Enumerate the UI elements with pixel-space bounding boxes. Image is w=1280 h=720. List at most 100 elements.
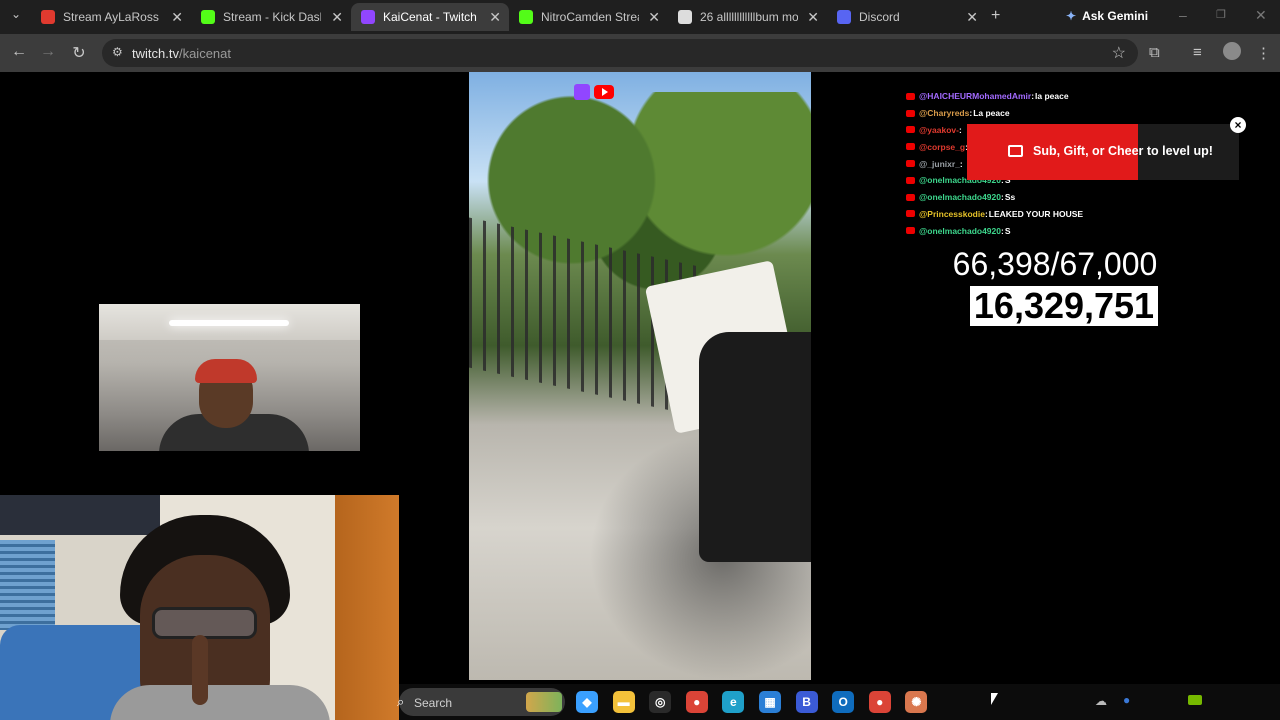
new-tab-button[interactable]: +	[991, 7, 1000, 25]
close-tab-icon[interactable]: ✕	[807, 9, 819, 26]
chat-line-partial	[906, 78, 1226, 88]
reactor-camera-feed	[0, 495, 399, 720]
tab-6[interactable]: Discord ✕	[827, 3, 986, 31]
tab-5[interactable]: 26 allllllllllllbum mode ✕	[668, 3, 827, 31]
chat-message: @Charyreds: La peace	[906, 105, 1226, 122]
taskbar-search[interactable]: ⌕ Search	[397, 688, 565, 716]
tab-title: Discord	[859, 10, 900, 24]
tab-title: Stream - Kick Dashboard	[223, 10, 321, 24]
youtube-badge-icon	[906, 176, 915, 184]
youtube-logo-icon	[594, 85, 614, 99]
youtube-badge-icon	[906, 143, 915, 151]
bookmark-star-icon[interactable]: ☆	[1112, 43, 1126, 63]
app-glyph: ▦	[764, 695, 776, 709]
nvidia-icon[interactable]	[1188, 695, 1202, 705]
youtube-badge-icon	[906, 227, 915, 235]
chat-text: S	[1004, 225, 1011, 236]
level-up-banner[interactable]: Sub, Gift, or Cheer to level up!	[967, 124, 1239, 180]
gift-icon	[1008, 145, 1023, 157]
onedrive-icon[interactable]: ☁	[1095, 694, 1107, 708]
minimize-button[interactable]: –	[1179, 7, 1187, 23]
kick-icon	[201, 10, 215, 24]
url-host: twitch.tv	[132, 46, 179, 61]
video-person	[699, 332, 811, 562]
close-window-button[interactable]: ✕	[1255, 7, 1267, 24]
close-tab-icon[interactable]: ✕	[966, 9, 978, 26]
claude-icon[interactable]: ✺	[905, 691, 928, 713]
tab-2[interactable]: Stream - Kick Dashboard ✕	[191, 3, 351, 31]
chrome-alt-icon[interactable]: ●	[685, 691, 708, 713]
steam-icon[interactable]: ◎	[649, 691, 672, 713]
cam2-shirt	[110, 685, 330, 720]
mouse-cursor	[991, 693, 998, 705]
tab-title: Stream AyLaRoss music	[63, 10, 161, 24]
tab-title: 26 allllllllllllbum mode	[700, 10, 798, 24]
cam2-bunk	[0, 495, 160, 535]
site-info-icon[interactable]: ⚙	[112, 45, 123, 59]
edge-icon[interactable]: e	[722, 691, 745, 713]
profile-avatar[interactable]	[1223, 42, 1241, 60]
close-tab-icon[interactable]: ✕	[648, 9, 660, 26]
stream-icon	[41, 10, 55, 24]
media-controls-icon[interactable]: ≡	[1193, 44, 1202, 61]
tab-list-chevron-icon[interactable]: ⌄	[6, 7, 26, 21]
url-text[interactable]: twitch.tv/kaicenat	[132, 46, 231, 61]
app-glyph: ●	[876, 695, 884, 709]
chat-username: @_junixr_	[919, 158, 960, 169]
outlook-icon[interactable]: O	[832, 691, 855, 713]
close-tab-icon[interactable]: ✕	[331, 9, 343, 26]
platform-watermark	[574, 84, 614, 100]
twitch-logo-icon	[574, 84, 590, 100]
maximize-button[interactable]: ❐	[1216, 8, 1226, 21]
chat-message: @onelmachado4920: Ss	[906, 189, 1226, 206]
tab-4[interactable]: NitroCamden Stream ✕	[509, 3, 668, 31]
close-tab-icon[interactable]: ✕	[489, 9, 501, 26]
search-icon: ⌕	[397, 694, 405, 709]
chat-message: @onelmachado4920: S	[906, 222, 1226, 239]
chat-message: @HAICHEURMohamedAmir: la peace	[906, 88, 1226, 105]
chat-separator: :	[1001, 225, 1004, 236]
discord-icon	[837, 10, 851, 24]
chat-username: @corpse_g	[919, 141, 966, 152]
url-path: /kaicenat	[178, 46, 232, 61]
chrome-icon[interactable]: ●	[868, 691, 891, 713]
microphone-icon[interactable]: ●	[1123, 693, 1130, 707]
copilot-icon[interactable]: ◆	[576, 691, 598, 713]
tab-1[interactable]: Stream AyLaRoss music ✕	[31, 3, 191, 31]
chat-separator: :	[958, 124, 962, 135]
chat-text: Ss	[1004, 192, 1016, 203]
store-icon[interactable]: ▦	[759, 691, 781, 713]
app-glyph: B	[802, 695, 811, 709]
tab-strip: ⌄ Stream AyLaRoss music✕Stream - Kick Da…	[0, 0, 1280, 34]
chat-username: @Charyreds	[919, 108, 970, 119]
youtube-badge-icon	[906, 160, 915, 168]
chat-username: @Princesskodie	[919, 208, 985, 219]
chat-message: @Princesskodie: LEAKED YOUR HOUSE	[906, 206, 1226, 223]
tab-3[interactable]: KaiCenat - Twitch ✕	[351, 3, 509, 31]
irl-video-feed[interactable]	[469, 72, 811, 680]
b-app-icon[interactable]: B	[795, 691, 818, 713]
chat-text: La peace	[973, 108, 1010, 119]
ask-gemini-button[interactable]: ✦ Ask Gemini	[1066, 9, 1148, 23]
cam2-door	[335, 495, 399, 720]
windows-taskbar: ⌕ Search ◆ ▬ ◎ ● e ▦ B O ● ✺ ☁ ●	[397, 684, 1280, 720]
forward-arrow-icon[interactable]: →	[38, 43, 58, 61]
address-bar[interactable]: ⚙ twitch.tv/kaicenat ☆	[102, 39, 1138, 67]
close-tab-icon[interactable]: ✕	[171, 9, 183, 26]
address-toolbar: ← → ↻ ⚙ twitch.tv/kaicenat ☆ ⧉ ≡ ⋮	[0, 34, 1280, 72]
chat-separator: :	[959, 158, 963, 169]
file-explorer-icon[interactable]: ▬	[612, 691, 635, 713]
menu-kebab-icon[interactable]: ⋮	[1256, 44, 1271, 62]
extensions-icon[interactable]: ⧉	[1149, 44, 1160, 61]
cam2-finger	[192, 635, 208, 705]
total-counter: 16,329,751	[970, 286, 1158, 326]
app-glyph: e	[730, 695, 737, 709]
app-glyph: ✺	[911, 695, 922, 709]
youtube-badge-icon	[906, 193, 915, 201]
reload-icon[interactable]: ↻	[69, 43, 89, 63]
youtube-badge-icon	[906, 126, 915, 134]
chat-username: @onelmachado4920	[919, 225, 1001, 236]
close-banner-button[interactable]: ×	[1230, 117, 1246, 133]
back-arrow-icon[interactable]: ←	[9, 43, 29, 61]
chat-separator: :	[1031, 91, 1035, 102]
